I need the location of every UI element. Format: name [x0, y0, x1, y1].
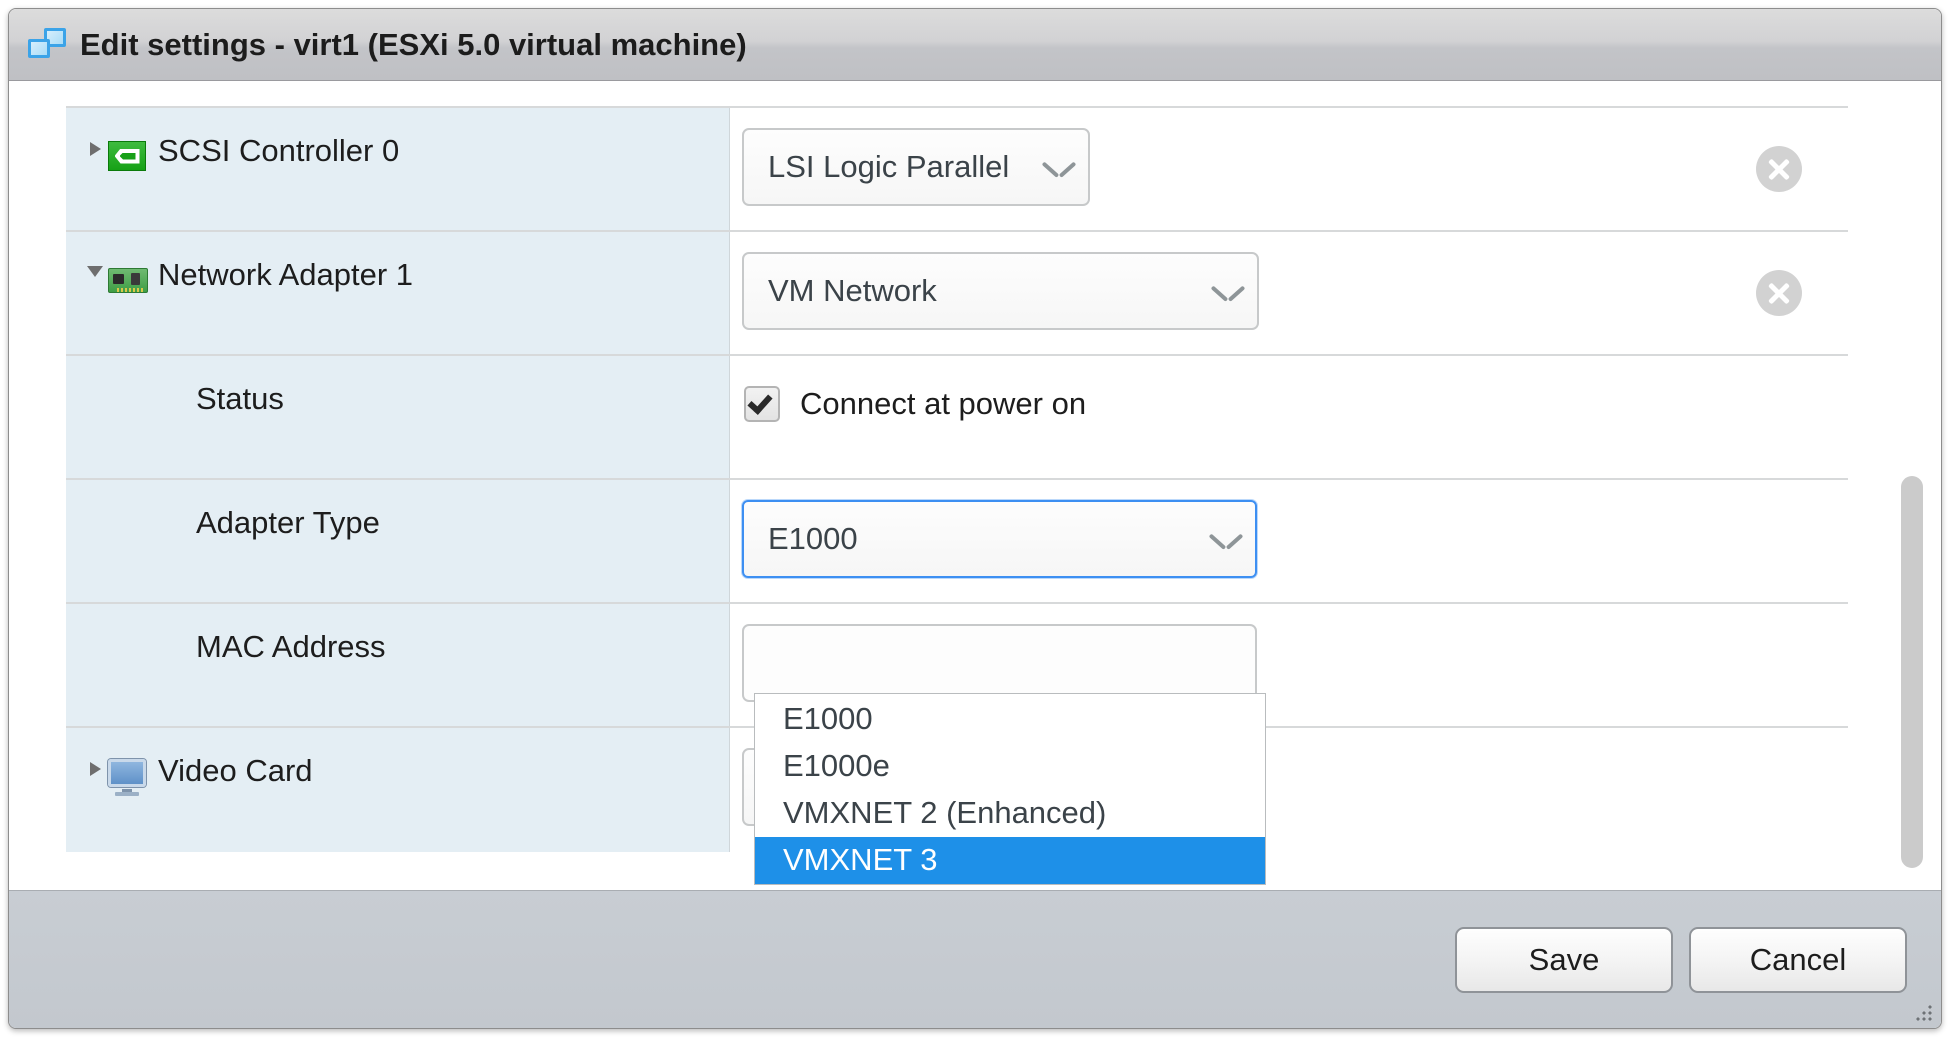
table-row-status: Status Connect at power on [66, 356, 1848, 480]
table-row-scsi-controller: SCSI Controller 0 LSI Logic Parallel [66, 108, 1848, 232]
save-button[interactable]: Save [1455, 927, 1673, 993]
remove-network-adapter-button[interactable] [1756, 270, 1802, 316]
expand-collapse-scsi[interactable] [82, 142, 108, 156]
adapter-type-value: E1000 [768, 521, 1205, 557]
dropdown-option-e1000[interactable]: E1000 [755, 696, 1265, 743]
row-label-cell-mac: MAC Address [66, 604, 730, 726]
row-label-cell-adapter-type: Adapter Type [66, 480, 730, 602]
dialog-footer: Save Cancel [9, 890, 1941, 1028]
table-row-adapter-type: Adapter Type E1000 [66, 480, 1848, 604]
scsi-controller-type-select[interactable]: LSI Logic Parallel [742, 128, 1090, 206]
dropdown-option-vmxnet2[interactable]: VMXNET 2 (Enhanced) [755, 790, 1265, 837]
network-adapter-icon [108, 260, 150, 298]
video-card-icon [108, 756, 150, 794]
row-title-video-card: Video Card [158, 752, 313, 790]
adapter-type-select[interactable]: E1000 [742, 500, 1257, 578]
cancel-button[interactable]: Cancel [1689, 927, 1907, 993]
network-select[interactable]: VM Network [742, 252, 1259, 330]
virtual-machine-icon [27, 25, 67, 65]
expand-collapse-network-adapter[interactable] [82, 266, 108, 277]
row-label-cell-status: Status [66, 356, 730, 478]
close-icon [1766, 280, 1792, 306]
chevron-right-icon [90, 762, 101, 776]
chevron-down-icon [1044, 159, 1074, 176]
row-label-cell-scsi: SCSI Controller 0 [66, 108, 730, 230]
row-value-cell-scsi: LSI Logic Parallel [730, 108, 1848, 230]
table-row-network-adapter: Network Adapter 1 VM Network [66, 232, 1848, 356]
connect-at-power-on-checkbox[interactable] [744, 386, 780, 422]
dialog-body: SCSI Controller 0 LSI Logic Parallel [9, 81, 1941, 890]
edit-settings-dialog: Edit settings - virt1 (ESXi 5.0 virtual … [8, 8, 1942, 1029]
mac-address-input[interactable] [742, 624, 1257, 702]
row-title-status: Status [196, 380, 284, 418]
dialog-titlebar: Edit settings - virt1 (ESXi 5.0 virtual … [9, 9, 1941, 81]
chevron-down-icon [1213, 283, 1243, 300]
chevron-down-icon [87, 266, 103, 277]
expand-collapse-video-card[interactable] [82, 762, 108, 776]
scsi-controller-type-value: LSI Logic Parallel [768, 149, 1038, 185]
dropdown-option-vmxnet3[interactable]: VMXNET 3 [755, 837, 1265, 884]
connect-at-power-on-row[interactable]: Connect at power on [744, 386, 1086, 422]
adapter-type-dropdown-list[interactable]: E1000 E1000e VMXNET 2 (Enhanced) VMXNET … [754, 693, 1266, 885]
resize-grip-icon[interactable] [1913, 1002, 1935, 1024]
close-icon [1766, 156, 1792, 182]
network-select-value: VM Network [768, 273, 1207, 309]
dropdown-option-e1000e[interactable]: E1000e [755, 743, 1265, 790]
row-label-cell-video: Video Card [66, 728, 730, 852]
row-label-cell-network: Network Adapter 1 [66, 232, 730, 354]
row-title-adapter-type: Adapter Type [196, 504, 380, 542]
chevron-down-icon [1211, 531, 1241, 548]
check-icon [747, 389, 772, 415]
row-value-cell-status: Connect at power on [730, 356, 1848, 478]
row-value-cell-network: VM Network [730, 232, 1848, 354]
chevron-right-icon [90, 142, 101, 156]
content-scrollbar-track[interactable] [1901, 106, 1923, 866]
vm-icon-front-square [28, 39, 50, 58]
dialog-title: Edit settings - virt1 (ESXi 5.0 virtual … [80, 27, 747, 63]
row-title-mac-address: MAC Address [196, 628, 386, 666]
content-scrollbar-thumb[interactable] [1901, 476, 1923, 868]
row-title-scsi: SCSI Controller 0 [158, 132, 399, 170]
row-value-cell-adapter-type: E1000 [730, 480, 1848, 602]
scsi-controller-icon [108, 136, 150, 174]
connect-at-power-on-label: Connect at power on [800, 386, 1086, 422]
row-title-network-adapter: Network Adapter 1 [158, 256, 413, 294]
remove-scsi-controller-button[interactable] [1756, 146, 1802, 192]
